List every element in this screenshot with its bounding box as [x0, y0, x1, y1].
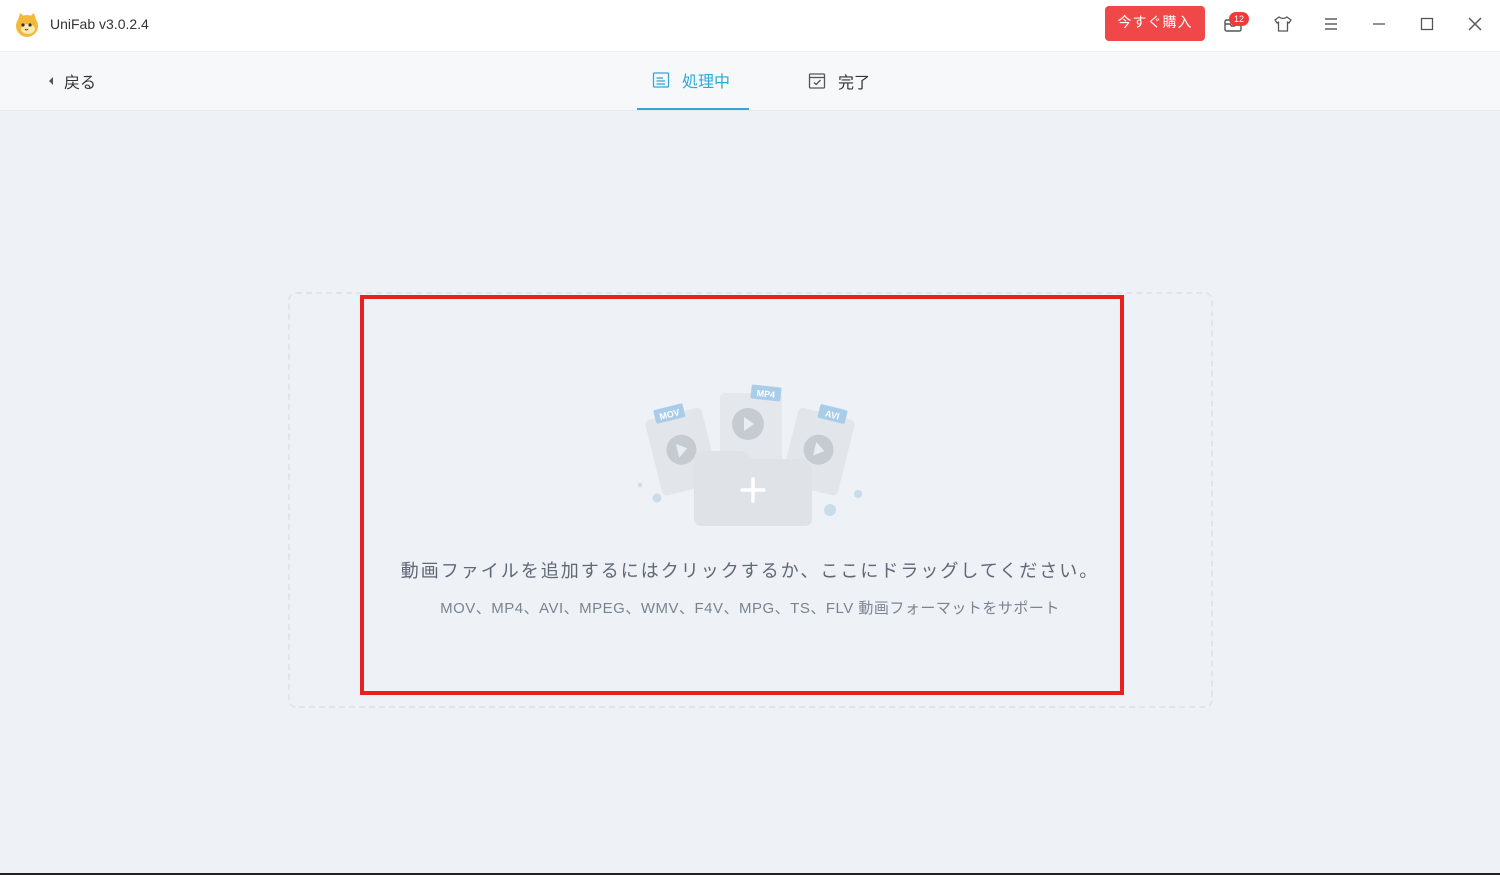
menu-icon[interactable]: [1320, 13, 1342, 35]
nav-bar: 戻る 処理中 完了: [0, 52, 1500, 111]
tab-done[interactable]: 完了: [808, 52, 888, 110]
tab-processing[interactable]: 処理中: [637, 52, 749, 110]
close-icon[interactable]: [1464, 13, 1486, 35]
back-label: 戻る: [64, 73, 97, 92]
chevron-left-icon: [49, 77, 53, 85]
tab-done-label: 完了: [838, 73, 871, 92]
shirt-icon[interactable]: [1272, 13, 1294, 35]
title-bar: UniFab v3.0.2.4 今すぐ購入 12: [0, 0, 1500, 52]
buy-now-button[interactable]: 今すぐ購入: [1105, 6, 1205, 41]
checkbox-icon: [808, 73, 826, 89]
notification-badge: 12: [1229, 12, 1249, 26]
tab-processing-label: 処理中: [682, 72, 731, 91]
maximize-icon[interactable]: [1416, 13, 1438, 35]
highlight-annotation-box: [360, 295, 1124, 695]
app-title: UniFab v3.0.2.4: [50, 16, 149, 32]
list-icon: [652, 72, 670, 88]
app-logo-icon: [16, 13, 38, 37]
back-button[interactable]: 戻る: [46, 69, 96, 93]
minimize-icon[interactable]: [1368, 13, 1390, 35]
